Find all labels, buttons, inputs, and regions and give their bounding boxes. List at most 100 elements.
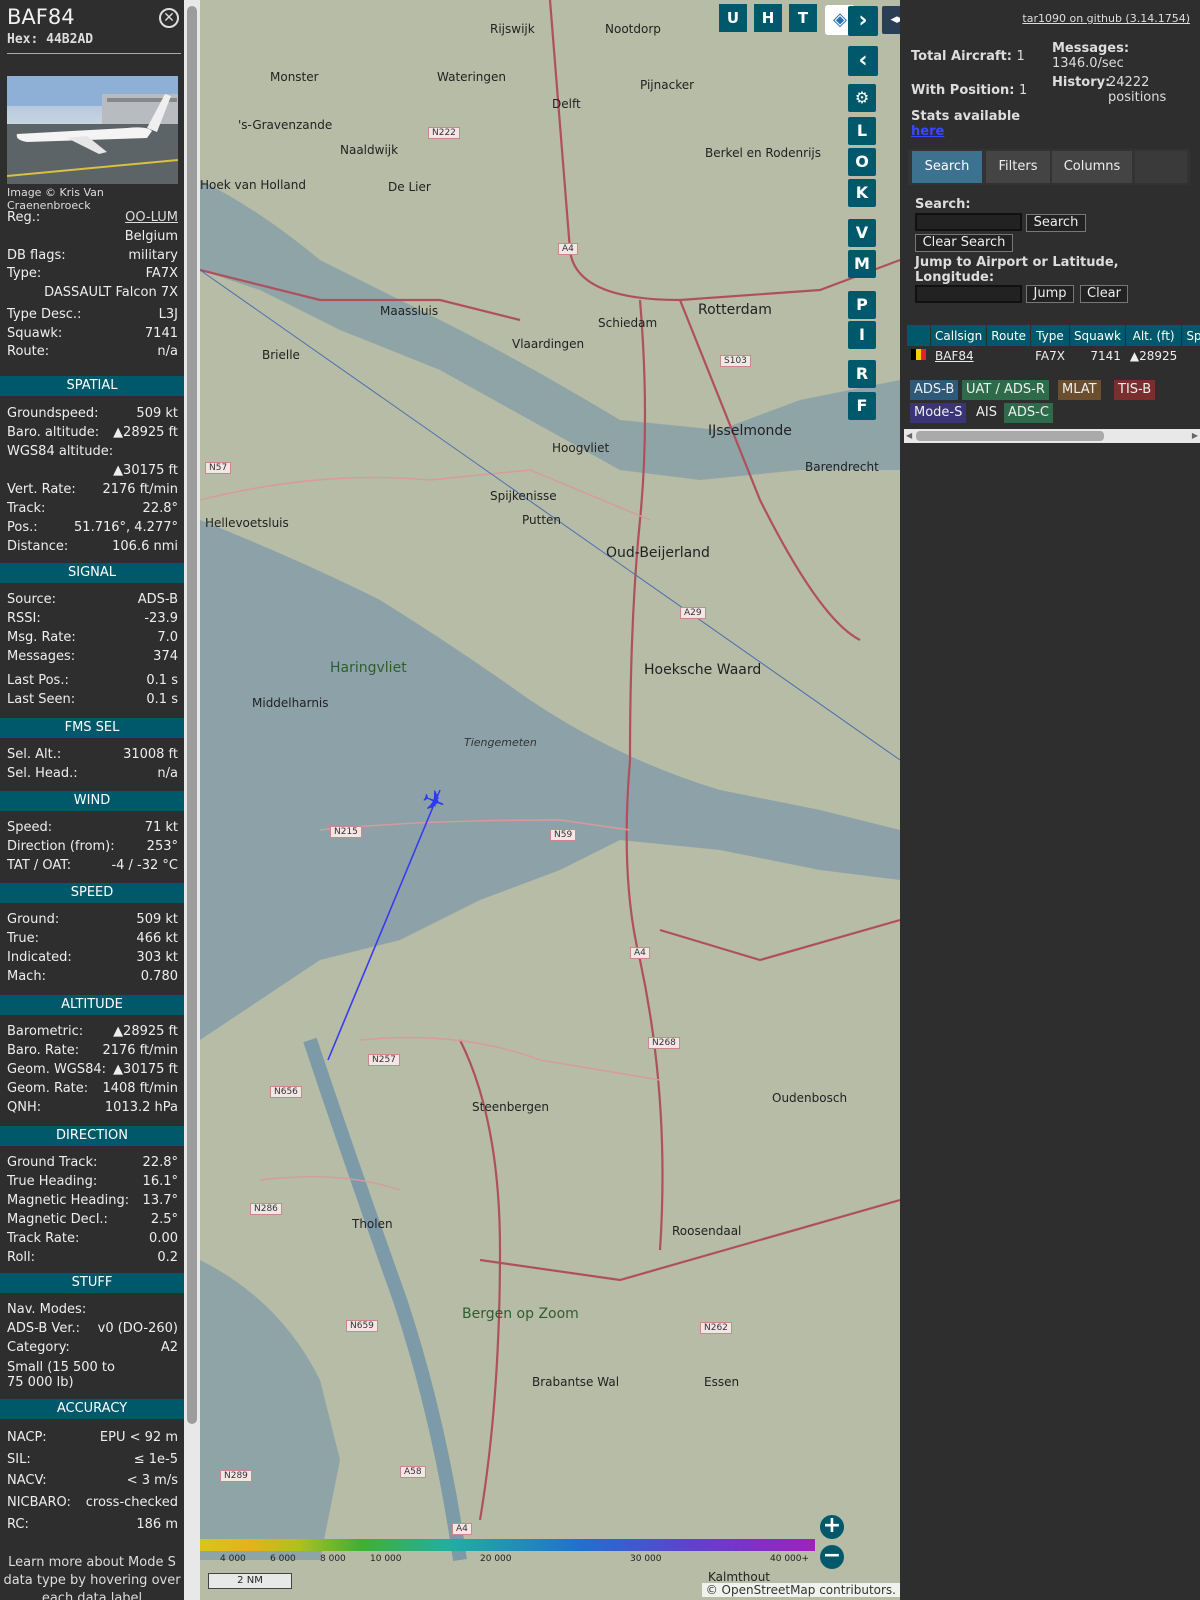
info-value: 253° <box>146 839 178 854</box>
chevron-right-icon[interactable]: › <box>848 6 878 36</box>
info-row-mach: Mach: 0.780 <box>7 969 178 987</box>
info-value: ▲28925 ft <box>113 1024 178 1039</box>
table-cell-flag <box>906 346 931 366</box>
close-icon[interactable]: ✕ <box>159 8 179 28</box>
info-row-db-flags: DB flags: military <box>7 248 178 266</box>
info-label: Indicated: <box>7 950 72 965</box>
selected-hex: Hex: 44B2AD <box>7 32 94 47</box>
toggle-v-button[interactable]: V <box>848 219 876 247</box>
map-attribution[interactable]: © OpenStreetMap contributors. <box>701 1583 900 1597</box>
info-value: 466 kt <box>136 931 178 946</box>
github-link[interactable]: tar1090 on github (3.14.1754) <box>1022 12 1190 25</box>
toggle-l-button[interactable]: L <box>848 117 876 145</box>
toggle-i-button[interactable]: I <box>848 321 876 349</box>
legend-ais[interactable]: AIS <box>972 403 1001 423</box>
road-label: A58 <box>400 1466 426 1478</box>
search-input[interactable] <box>915 213 1022 231</box>
column-header-alt-ft[interactable]: Alt. (ft) <box>1124 324 1183 347</box>
info-value[interactable]: OO-LUM <box>125 210 178 225</box>
place-label-middelharnis: Middelharnis <box>252 696 329 710</box>
table-row[interactable]: BAF84 FA7X 7141 ▲28925 <box>906 346 1200 366</box>
table-cell-spd <box>1181 346 1200 366</box>
column-header-route[interactable]: Route <box>986 324 1032 347</box>
info-value: 16.1° <box>142 1174 178 1189</box>
road-label: A29 <box>680 607 706 619</box>
legend-ads-b[interactable]: ADS-B <box>910 380 959 400</box>
info-row-cont: ▲30175 ft <box>7 463 178 481</box>
altitude-legend-tick: 20 000 <box>480 1554 512 1564</box>
legend-tis-b[interactable]: TIS-B <box>1114 380 1156 400</box>
info-value: 2.5° <box>150 1212 178 1227</box>
map-view[interactable]: Rijswijk Nootdorp Monster Wateringen Pijnack… <box>200 0 900 1600</box>
expand-collapse-icon[interactable]: ◂▸ <box>882 6 900 34</box>
place-label-oudenbosch: Oudenbosch <box>772 1091 848 1105</box>
column-header-type[interactable]: Type <box>1030 324 1070 347</box>
column-header-callsign[interactable]: Callsign <box>929 324 988 347</box>
place-label-nootdorp: Nootdorp <box>605 22 661 36</box>
tab-search[interactable]: Search <box>912 151 982 183</box>
search-button[interactable]: Search <box>1026 214 1086 232</box>
info-row-cont: DASSAULT Falcon 7X <box>7 285 178 303</box>
toggle-t-button[interactable]: T <box>789 4 817 32</box>
info-value: cross-checked <box>85 1495 178 1510</box>
clear-button[interactable]: Clear <box>1080 285 1128 303</box>
column-header-flag[interactable] <box>906 324 931 347</box>
chevron-left-icon[interactable]: ‹ <box>848 46 878 76</box>
scroll-right-icon[interactable]: ▶ <box>1192 431 1198 440</box>
info-label: Messages: <box>7 649 76 664</box>
info-value: Belgium <box>124 229 178 244</box>
cell-text[interactable]: BAF84 <box>935 349 974 363</box>
place-label-brielle: Brielle <box>262 348 300 362</box>
toggle-p-button[interactable]: P <box>848 291 876 319</box>
tab-columns[interactable]: Columns <box>1052 151 1132 183</box>
info-label: Small (15 500 to <box>7 1360 115 1375</box>
sidebar-scrollbar[interactable] <box>184 0 200 1600</box>
section-header-signal: SIGNAL <box>0 563 184 583</box>
legend-uat-ads-r[interactable]: UAT / ADS-R <box>962 380 1049 400</box>
toggle-r-button[interactable]: R <box>848 360 876 388</box>
info-value: EPU < 92 m <box>99 1430 178 1445</box>
place-label-schiedam: Schiedam <box>598 316 658 330</box>
info-label: Vert. Rate: <box>7 482 76 497</box>
info-row-rssi: RSSI: -23.9 <box>7 611 178 629</box>
legend-mode-s[interactable]: Mode-S <box>910 403 967 423</box>
tab-filters[interactable]: Filters <box>986 151 1050 183</box>
column-header-spd[interactable]: Spd <box>1181 324 1200 347</box>
gear-icon[interactable]: ⚙ <box>848 84 876 112</box>
place-label-hoek-van-holland: Hoek van Holland <box>200 178 306 192</box>
toggle-k-button[interactable]: K <box>848 179 876 207</box>
table-scrollbar[interactable]: ◀ ▶ <box>904 429 1200 443</box>
info-label: Pos.: <box>7 520 38 535</box>
toggle-m-button[interactable]: M <box>848 250 876 278</box>
stats-link[interactable]: here <box>911 124 944 139</box>
zoom-in-icon[interactable]: + <box>820 1515 844 1539</box>
info-label: NICBARO: <box>7 1495 71 1510</box>
info-row-barometric: Barometric: ▲28925 ft <box>7 1024 178 1042</box>
place-label-hoogvliet: Hoogvliet <box>552 441 610 455</box>
toggle-u-button[interactable]: U <box>719 4 747 32</box>
column-header-squawk[interactable]: Squawk <box>1068 324 1126 347</box>
toggle-h-button[interactable]: H <box>754 4 782 32</box>
info-label: True: <box>7 931 39 946</box>
place-label-tholen: Tholen <box>352 1217 393 1231</box>
clear-search-button[interactable]: Clear Search <box>915 234 1013 252</box>
scrollbar-thumb[interactable] <box>916 431 1104 441</box>
legend-mlat[interactable]: MLAT <box>1058 380 1101 400</box>
road-label: N222 <box>428 127 460 139</box>
info-row-sel-alt: Sel. Alt.: 31008 ft <box>7 747 178 765</box>
zoom-out-icon[interactable]: − <box>820 1545 844 1569</box>
altitude-color-legend <box>200 1539 815 1551</box>
jump-button[interactable]: Jump <box>1026 285 1074 303</box>
legend-ads-c[interactable]: ADS-C <box>1004 403 1053 423</box>
info-label: Last Pos.: <box>7 673 69 688</box>
scrollbar-thumb[interactable] <box>187 6 197 1424</box>
scroll-left-icon[interactable]: ◀ <box>906 431 912 440</box>
section-header-wind: WIND <box>0 791 184 811</box>
jump-input[interactable] <box>915 285 1022 303</box>
info-row-true: True: 466 kt <box>7 931 178 949</box>
toggle-o-button[interactable]: O <box>848 148 876 176</box>
info-row-last-pos: Last Pos.: 0.1 s <box>7 673 178 691</box>
toggle-f-button[interactable]: F <box>848 392 876 420</box>
aircraft-photo[interactable] <box>7 76 178 184</box>
info-label: Track: <box>7 501 46 516</box>
